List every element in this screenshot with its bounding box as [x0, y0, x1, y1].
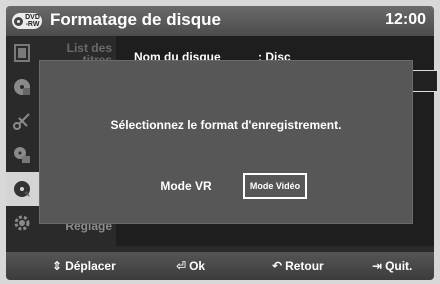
footer-move[interactable]: ⇕ Déplacer [52, 259, 116, 273]
mode-vr-button[interactable]: Mode VR [153, 173, 219, 199]
scissors-icon [12, 111, 32, 131]
page-title: Formatage de disque [50, 10, 221, 29]
dialog-message: Sélectionnez le format d'enregistrement. [110, 118, 342, 132]
dvd-rw-badge: DVD -RW [12, 13, 42, 29]
exit-icon: ⇥ [372, 259, 383, 273]
clock: 12:00 [385, 11, 426, 28]
footer-ok[interactable]: ⏎ Ok [176, 259, 205, 273]
format-dialog: Sélectionnez le format d'enregistrement.… [40, 61, 412, 223]
disc-icon [12, 179, 32, 199]
updown-arrows-icon: ⇕ [52, 259, 63, 273]
footer-bar: ⇕ Déplacer ⏎ Ok ↶ Retour ⇥ Quit. [6, 252, 434, 280]
footer-quit[interactable]: ⇥ Quit. [372, 259, 412, 273]
selection-field[interactable] [410, 70, 438, 92]
enter-icon: ⏎ [176, 259, 187, 273]
footer-quit-label: Quit. [385, 259, 413, 273]
gear-icon [12, 213, 32, 233]
osd-screen: DVD -RW Formatage de disque 12:00 List d… [0, 0, 440, 284]
footer-back[interactable]: ↶ Retour [272, 259, 324, 273]
footer-ok-label: Ok [189, 259, 206, 273]
disc-badge-icon [14, 16, 24, 26]
footer-back-label: Retour [285, 259, 324, 273]
disc-manager-icon [12, 77, 32, 97]
copy-icon [12, 145, 32, 165]
badge-top-text: DVD [25, 14, 40, 21]
mode-video-button[interactable]: Mode Vidéo [243, 173, 307, 199]
badge-bottom-text: -RW [25, 21, 40, 28]
footer-move-label: Déplacer [65, 259, 116, 273]
title-bar: DVD -RW Formatage de disque 12:00 [6, 6, 434, 36]
return-icon: ↶ [272, 259, 283, 273]
film-icon [12, 43, 32, 63]
